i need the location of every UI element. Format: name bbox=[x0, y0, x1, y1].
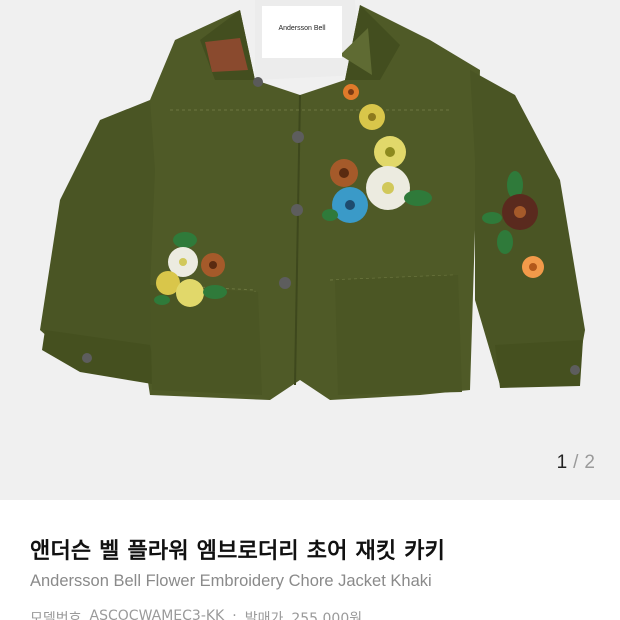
product-title-korean: 앤더슨 벨 플라워 엠브로더리 초어 재킷 카키 bbox=[30, 539, 446, 564]
model-number-label: 모델번호 bbox=[30, 611, 82, 620]
product-meta: 모델번호 ASCOCWAMEC3-KK · 발매가 255,000원 bbox=[30, 608, 362, 620]
product-title-english: Andersson Bell Flower Embroidery Chore J… bbox=[30, 572, 432, 590]
meta-divider: · bbox=[232, 608, 237, 620]
pager-separator: / bbox=[573, 452, 579, 473]
brand-label-text: Andersson Bell bbox=[278, 25, 326, 32]
model-number-value: ASCOCWAMEC3-KK bbox=[89, 608, 225, 620]
product-image: Andersson Bell bbox=[40, 0, 585, 400]
image-pager: 1 / 2 bbox=[557, 452, 595, 474]
pager-current: 1 bbox=[556, 452, 568, 473]
release-price-value: 255,000원 bbox=[291, 611, 363, 620]
product-image-carousel[interactable]: Andersson Bell 1 / 2 bbox=[0, 0, 620, 500]
pager-total: 2 bbox=[584, 452, 595, 473]
release-price-label: 발매가 bbox=[244, 611, 284, 620]
